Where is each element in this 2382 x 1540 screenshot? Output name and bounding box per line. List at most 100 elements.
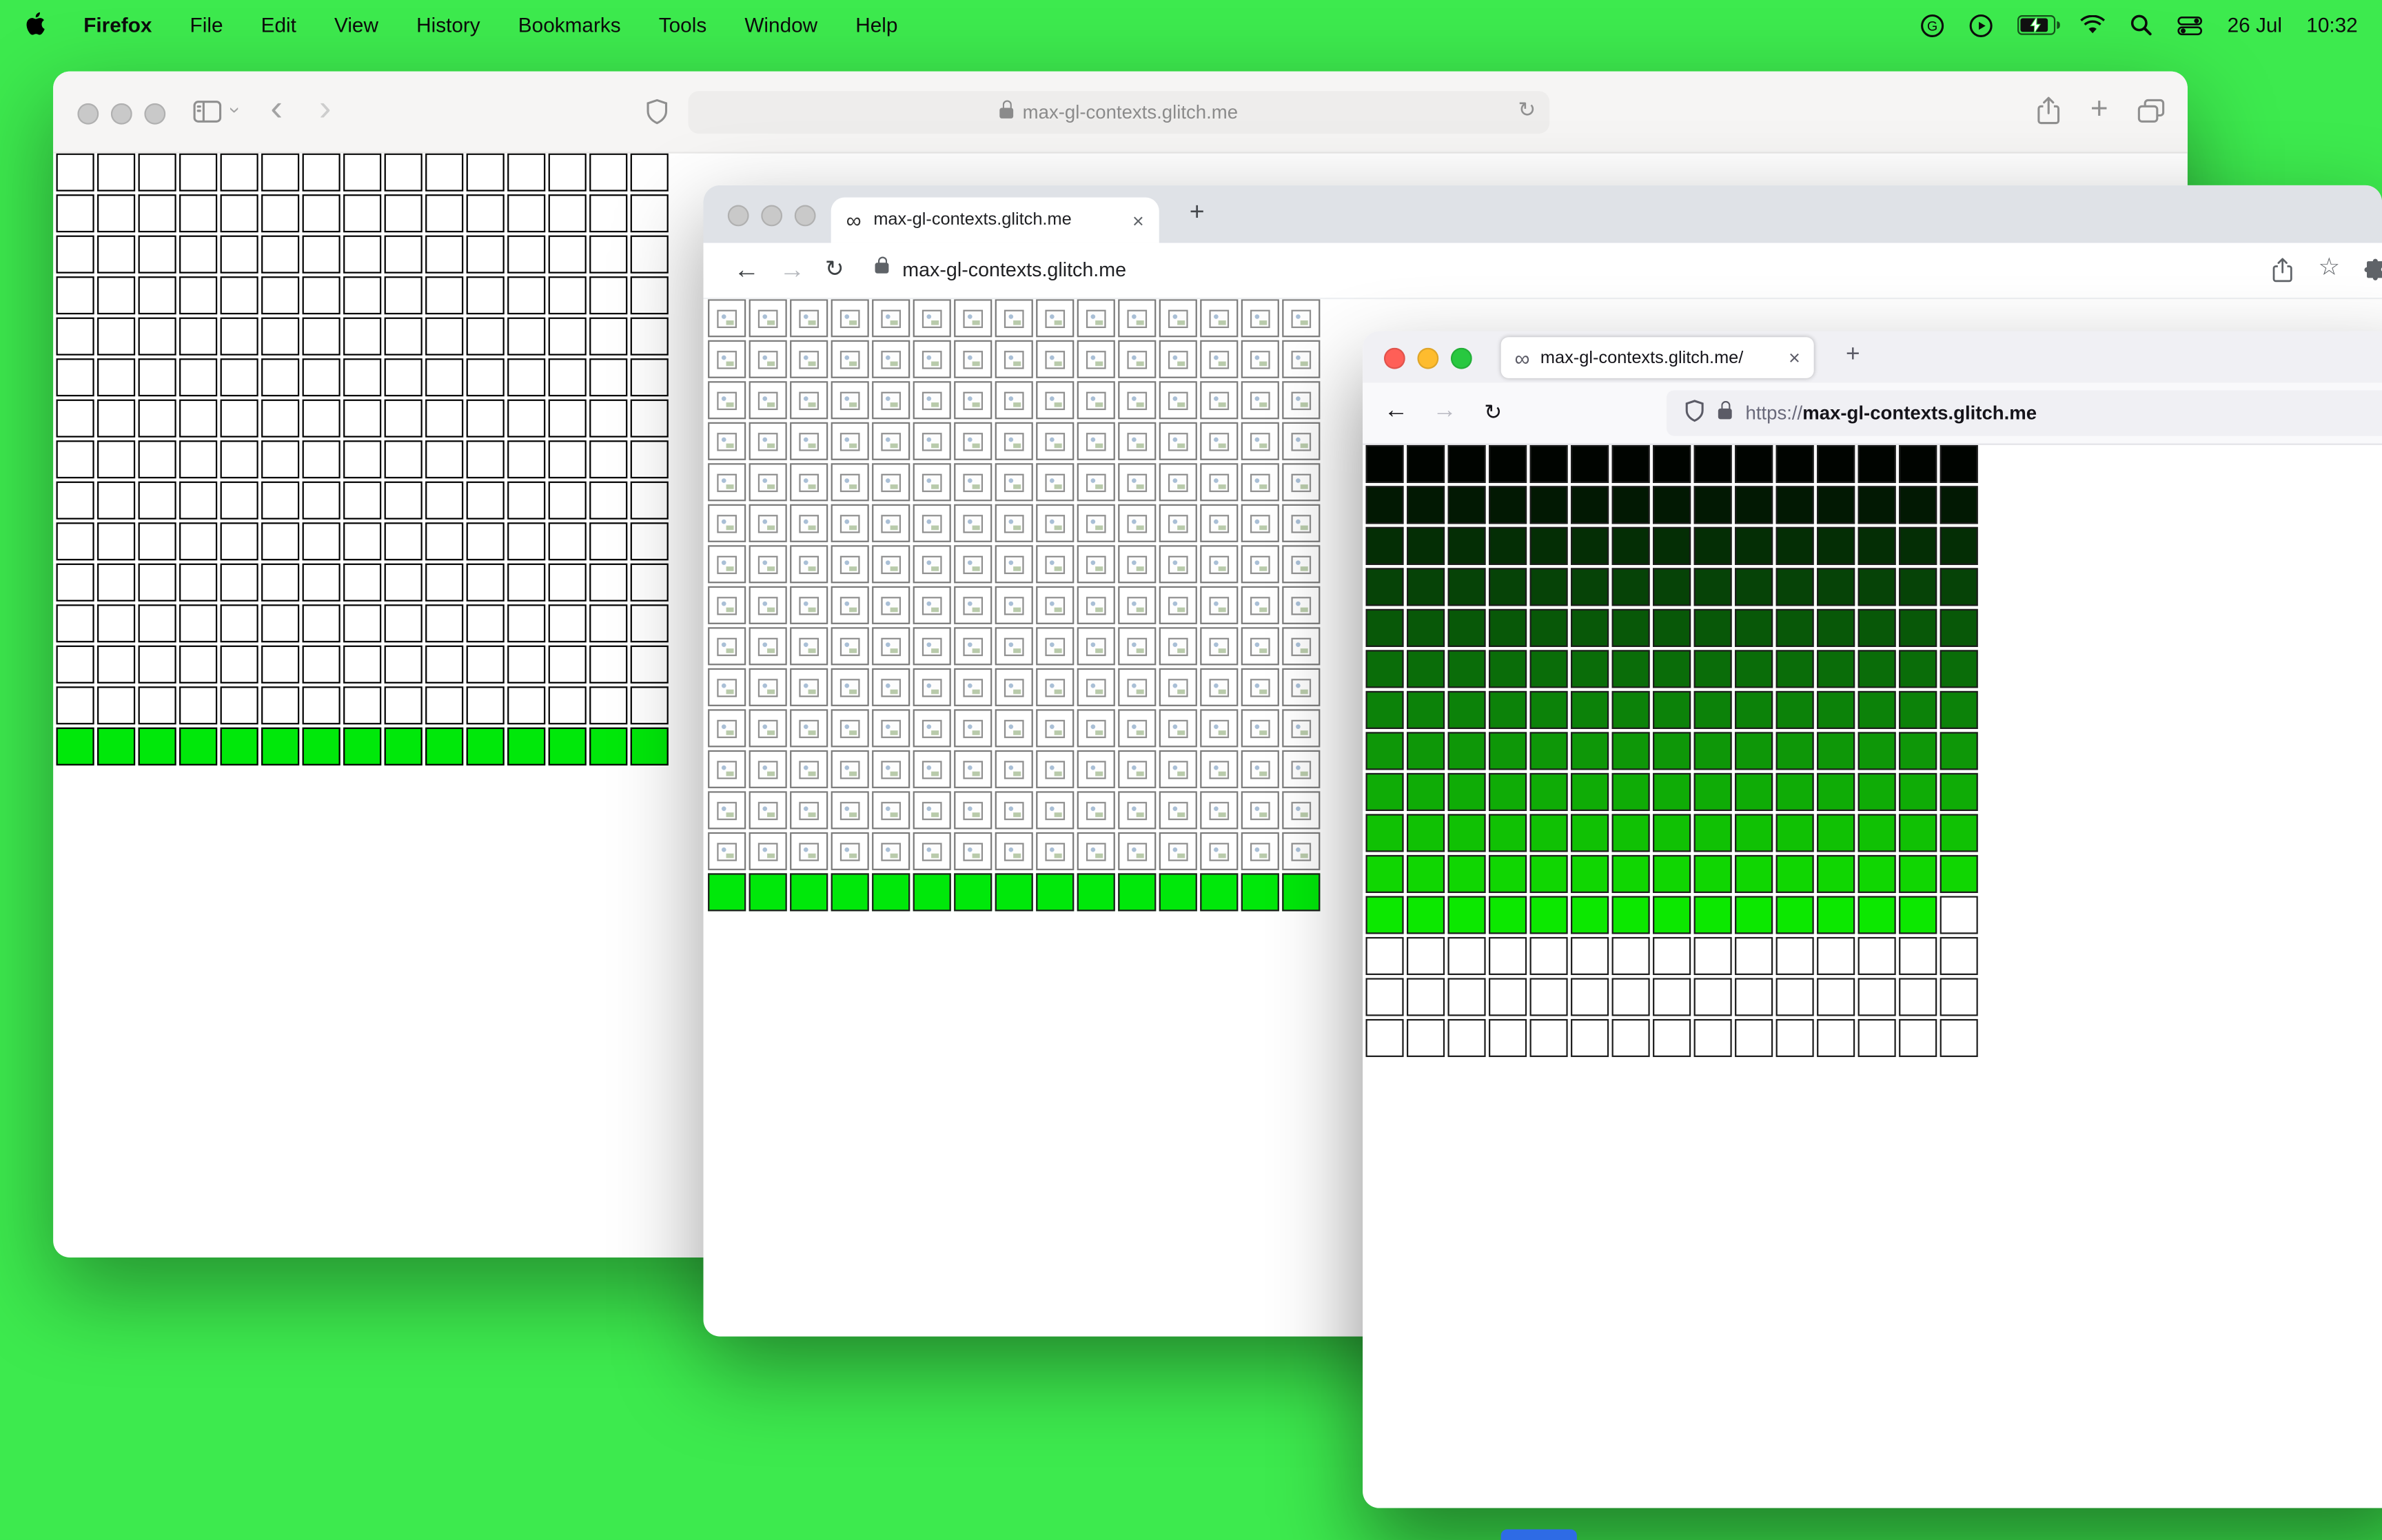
grid-cell (97, 686, 136, 725)
wifi-icon[interactable] (2080, 15, 2106, 35)
menu-help[interactable]: Help (855, 14, 897, 37)
forward-icon[interactable]: › (319, 90, 332, 127)
menu-window[interactable]: Window (744, 14, 817, 37)
menu-tools[interactable]: Tools (659, 14, 706, 37)
firefox-url-bar[interactable]: https://max-gl-contexts.glitch.me (1666, 390, 2382, 436)
grid-cell (1693, 568, 1732, 606)
menu-history[interactable]: History (416, 14, 480, 37)
back-icon[interactable]: ← (734, 256, 760, 282)
reload-icon[interactable]: ↻ (1484, 401, 1502, 422)
spotlight-search-icon[interactable] (2130, 14, 2153, 37)
grid-cell (261, 358, 300, 397)
reload-icon[interactable]: ↻ (1518, 97, 1536, 123)
browser-tab[interactable]: ∞ max-gl-contexts.glitch.me/ × (1500, 337, 1814, 378)
now-playing-icon[interactable] (1969, 13, 1993, 37)
back-icon[interactable]: ← (1384, 399, 1408, 424)
grid-cell (1447, 854, 1486, 894)
grid-cell (1365, 978, 1404, 1016)
apple-menu-icon[interactable] (24, 10, 45, 40)
grid-cell (1447, 814, 1486, 852)
minimize-window-button[interactable] (110, 103, 132, 125)
grid-cell (425, 522, 464, 561)
lock-icon[interactable] (875, 256, 889, 274)
new-tab-icon[interactable]: + (2090, 92, 2108, 127)
minimize-window-button[interactable] (1417, 347, 1439, 369)
close-tab-icon[interactable]: × (1132, 209, 1144, 232)
grid-cell (790, 463, 828, 502)
grid-cell (1817, 814, 1855, 852)
close-tab-icon[interactable]: × (1789, 347, 1800, 369)
grid-cell (1447, 1018, 1486, 1058)
grid-cell (872, 381, 910, 420)
grid-cell (1365, 650, 1404, 688)
grid-cell (1159, 873, 1197, 912)
broken-image-icon (1250, 719, 1270, 739)
broken-image-icon (1209, 843, 1230, 861)
extensions-puzzle-icon[interactable] (2364, 258, 2382, 289)
new-tab-button[interactable]: + (1846, 342, 1860, 367)
grid-cell (179, 194, 218, 233)
share-icon[interactable] (2271, 256, 2294, 289)
grid-cell (1447, 608, 1486, 647)
grid-cell (831, 873, 869, 912)
url-text[interactable]: max-gl-contexts.glitch.me (902, 260, 1126, 280)
broken-image-icon (799, 555, 820, 575)
menu-app-firefox[interactable]: Firefox (83, 14, 152, 37)
grid-cell (1857, 854, 1896, 894)
menu-view[interactable]: View (334, 14, 378, 37)
dock-app-peek[interactable] (1500, 1529, 1577, 1540)
broken-image-icon (881, 555, 902, 575)
menu-bookmarks[interactable]: Bookmarks (518, 14, 621, 37)
new-tab-button[interactable]: + (1190, 199, 1205, 225)
grid-cell (831, 586, 869, 624)
grid-cell (872, 873, 910, 912)
menu-file[interactable]: File (190, 14, 223, 37)
tracking-shield-icon[interactable] (1684, 400, 1704, 427)
grid-cell (1735, 854, 1773, 894)
close-window-button[interactable] (1383, 347, 1405, 369)
menu-date[interactable]: 26 Jul (2228, 14, 2282, 37)
grid-cell (995, 299, 1033, 338)
grid-cell (1857, 732, 1896, 770)
menu-edit[interactable]: Edit (261, 14, 296, 37)
forward-icon[interactable]: → (1432, 399, 1456, 424)
close-window-button[interactable] (727, 205, 749, 227)
google-menu-extra-icon[interactable]: G (1920, 13, 1944, 37)
back-icon[interactable]: ‹ (270, 90, 283, 127)
grid-cell (138, 481, 176, 520)
zoom-window-button[interactable] (1450, 347, 1472, 369)
bookmark-star-icon[interactable]: ☆ (2318, 256, 2340, 280)
grid-cell (1817, 690, 1855, 729)
minimize-window-button[interactable] (761, 205, 783, 227)
grid-cell (1529, 650, 1568, 688)
tab-overview-icon[interactable] (2137, 99, 2165, 130)
grid-cell (1159, 709, 1197, 748)
grid-cell (343, 481, 382, 520)
close-window-button[interactable] (77, 103, 99, 125)
zoom-window-button[interactable] (794, 205, 816, 227)
grid-cell (1611, 978, 1650, 1016)
lock-icon (999, 100, 1014, 118)
sidebar-icon[interactable] (193, 100, 222, 130)
grid-cell (954, 832, 993, 870)
control-center-icon[interactable] (2177, 14, 2203, 36)
safari-url-field[interactable]: max-gl-contexts.glitch.me ↻ (688, 91, 1550, 134)
grid-cell (1857, 772, 1896, 811)
url-host: max-gl-contexts.glitch.me (1802, 402, 2037, 424)
grid-cell (343, 276, 382, 315)
reload-icon[interactable]: ↻ (825, 258, 844, 281)
grid-cell (630, 440, 669, 479)
grid-cell (425, 645, 464, 684)
grid-cell (1611, 486, 1650, 524)
broken-image-icon (799, 391, 820, 411)
chevron-down-icon[interactable]: › (224, 100, 247, 120)
forward-icon[interactable]: → (780, 256, 805, 282)
battery-icon[interactable] (2017, 14, 2061, 36)
lock-icon[interactable] (1718, 400, 1732, 419)
share-icon[interactable] (2035, 96, 2061, 134)
browser-tab[interactable]: ∞ max-gl-contexts.glitch.me × (831, 197, 1159, 243)
zoom-window-button[interactable] (144, 103, 166, 125)
grid-cell (179, 153, 218, 192)
menu-time[interactable]: 10:32 (2306, 14, 2357, 37)
broken-image-icon (1291, 515, 1312, 533)
